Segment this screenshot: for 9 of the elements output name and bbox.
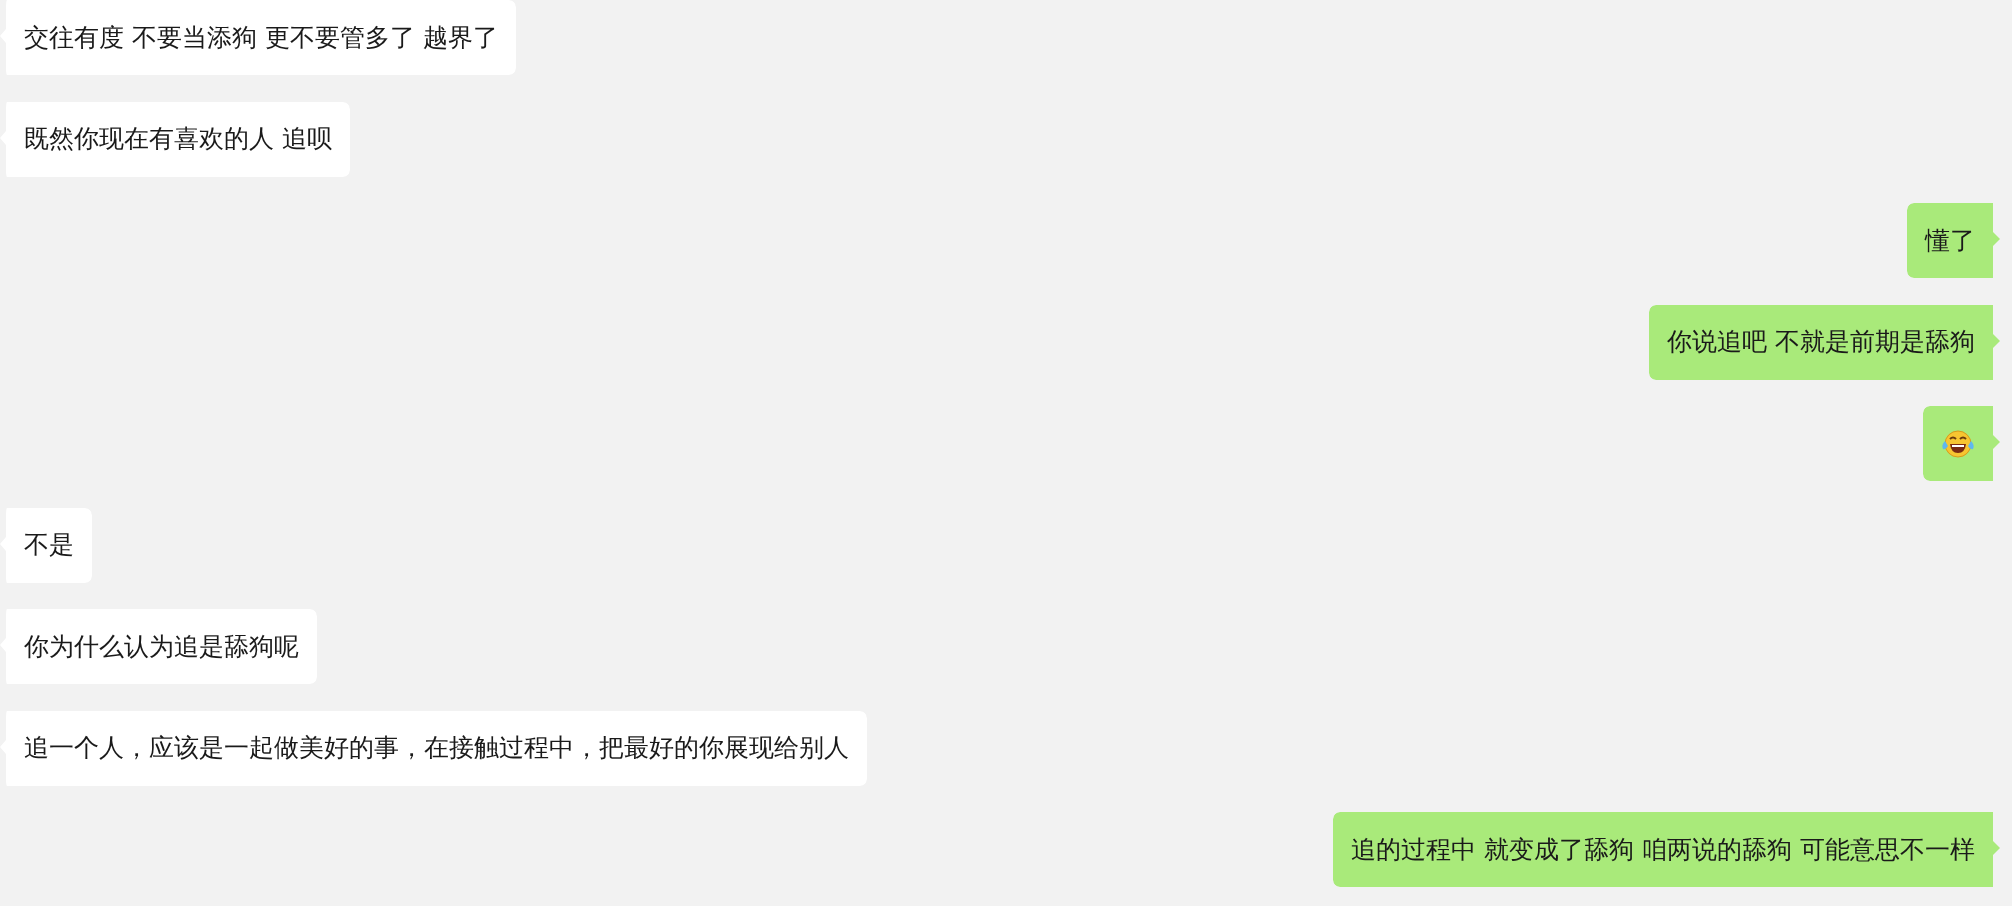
chat-bubble: 追一个人，应该是一起做美好的事，在接触过程中，把最好的你展现给别人 bbox=[0, 710, 867, 786]
chat-bubble: 交往有度 不要当添狗 更不要管多了 越界了 bbox=[0, 0, 516, 75]
chat-bubble: 你说追吧 不就是前期是舔狗 bbox=[1649, 304, 2000, 380]
laughing-emoji-icon bbox=[1941, 428, 1975, 459]
chat-bubble: 既然你现在有喜欢的人 追呗 bbox=[0, 101, 350, 177]
chat-bubble: 你为什么认为追是舔狗呢 bbox=[0, 609, 317, 684]
chat-bubble: 懂了 bbox=[1907, 203, 2000, 278]
chat-bubble: 追的过程中 就变成了舔狗 咱两说的舔狗 可能意思不一样 bbox=[1333, 812, 2000, 887]
chat-bubble: 不是 bbox=[0, 507, 92, 583]
